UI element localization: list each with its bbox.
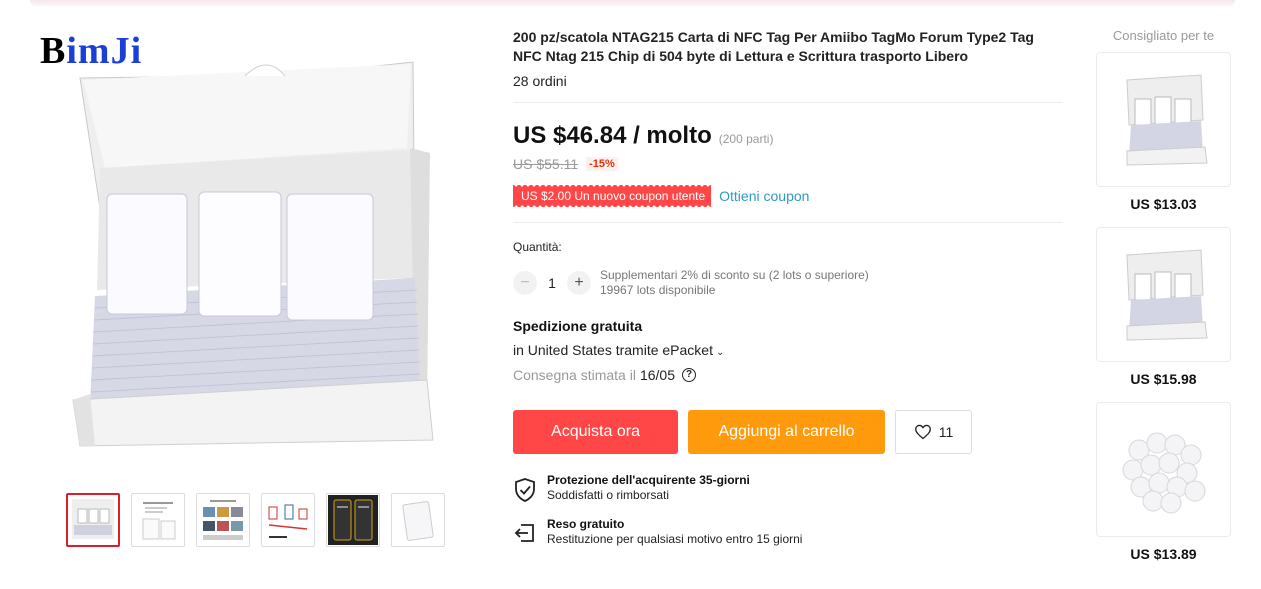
quantity-value[interactable]: 1 bbox=[537, 275, 567, 291]
nfc-card-box-image bbox=[72, 61, 434, 447]
recommended-product[interactable]: US $15.98 bbox=[1096, 227, 1231, 387]
wishlist-button[interactable]: 11 bbox=[895, 410, 972, 454]
thumb-usage-diagram[interactable] bbox=[261, 493, 315, 547]
brand-letter: B bbox=[40, 30, 67, 72]
thumb-application-photos[interactable] bbox=[196, 493, 250, 547]
shipping-method-text: in United States tramite ePacket bbox=[513, 342, 713, 358]
thumbnail-strip bbox=[66, 493, 445, 547]
bulk-discount-note: Supplementari 2% di sconto su (2 lots o … bbox=[600, 268, 869, 282]
quantity-stepper: − 1 + Supplementari 2% di sconto su (2 l… bbox=[513, 268, 869, 298]
free-returns-title: Reso gratuito bbox=[547, 517, 625, 531]
heart-icon bbox=[914, 424, 932, 440]
buyer-protection: Protezione dell'acquirente 35-giorni Sod… bbox=[513, 473, 750, 508]
chevron-down-icon: ⌄ bbox=[716, 347, 725, 358]
coupon-row: US $2.00 Un nuovo coupon utente Ottieni … bbox=[513, 185, 809, 207]
recommendations-panel: Consigliato per te US $13.03 US $15.98 U… bbox=[1096, 28, 1231, 562]
product-gallery: BimJi bbox=[35, 28, 465, 558]
quantity-label: Quantità: bbox=[513, 240, 562, 254]
product-info: 200 pz/scatola NTAG215 Carta di NFC Tag … bbox=[513, 28, 1068, 546]
header-shadow bbox=[30, 0, 1235, 6]
thumb-card-specs[interactable] bbox=[131, 493, 185, 547]
thumb-phone-screens[interactable] bbox=[326, 493, 380, 547]
recommended-product-price: US $13.89 bbox=[1130, 546, 1197, 562]
recommended-product-image[interactable] bbox=[1096, 402, 1231, 537]
buy-now-button[interactable]: Acquista ora bbox=[513, 410, 678, 454]
discount-badge: -15% bbox=[586, 157, 618, 171]
recommended-product-image[interactable] bbox=[1096, 52, 1231, 187]
brand-letters-highlight: imJi bbox=[66, 30, 143, 72]
original-price-row: US $55.11 -15% bbox=[513, 156, 618, 172]
shield-check-icon bbox=[513, 478, 537, 508]
shipping-title: Spedizione gratuita bbox=[513, 318, 643, 334]
brand-logo: BimJi bbox=[40, 31, 142, 71]
wishlist-count: 11 bbox=[938, 424, 954, 440]
current-price: US $46.84 / molto bbox=[513, 122, 712, 149]
increase-quantity-button[interactable]: + bbox=[567, 271, 591, 295]
buyer-protection-title: Protezione dell'acquirente 35-giorni bbox=[547, 473, 750, 487]
recommended-product[interactable]: US $13.89 bbox=[1096, 402, 1231, 562]
free-returns-desc: Restituzione per qualsiasi motivo entro … bbox=[547, 532, 803, 546]
recommended-product-price: US $13.03 bbox=[1130, 196, 1197, 212]
product-title: 200 pz/scatola NTAG215 Carta di NFC Tag … bbox=[513, 29, 1034, 64]
recommended-product-price: US $15.98 bbox=[1130, 371, 1197, 387]
price-unit-note: (200 parti) bbox=[718, 132, 774, 146]
thumb-single-card[interactable] bbox=[391, 493, 445, 547]
get-coupon-link[interactable]: Ottieni coupon bbox=[719, 188, 809, 204]
buyer-protection-desc: Soddisfatti o rimborsati bbox=[547, 488, 670, 502]
order-count: 28 ordini bbox=[513, 73, 567, 89]
delivery-estimate: Consegna stimata il 16/05 ? bbox=[513, 367, 696, 383]
stock-available-note: 19967 lots disponibile bbox=[600, 283, 716, 297]
delivery-estimate-label: Consegna stimata il bbox=[513, 367, 636, 383]
free-returns: Reso gratuito Restituzione per qualsiasi… bbox=[513, 517, 802, 552]
purchase-actions: Acquista ora Aggiungi al carrello 11 bbox=[513, 410, 972, 454]
decrease-quantity-button[interactable]: − bbox=[513, 271, 537, 295]
price-row: US $46.84 / molto (200 parti) bbox=[513, 122, 773, 150]
divider bbox=[513, 222, 1063, 223]
thumb-box-cards[interactable] bbox=[66, 493, 120, 547]
coupon-tag: US $2.00 Un nuovo coupon utente bbox=[513, 185, 712, 207]
help-icon[interactable]: ? bbox=[682, 368, 696, 382]
shipping-method-selector[interactable]: in United States tramite ePacket ⌄ bbox=[513, 342, 724, 358]
recommended-product[interactable]: US $13.03 bbox=[1096, 52, 1231, 212]
main-product-image[interactable]: BimJi bbox=[35, 28, 465, 468]
recommended-product-image[interactable] bbox=[1096, 227, 1231, 362]
delivery-date: 16/05 bbox=[639, 367, 675, 383]
quantity-notes: Supplementari 2% di sconto su (2 lots o … bbox=[600, 268, 869, 298]
divider bbox=[513, 102, 1063, 103]
add-to-cart-button[interactable]: Aggiungi al carrello bbox=[688, 410, 885, 454]
return-icon bbox=[513, 522, 537, 552]
original-price: US $55.11 bbox=[513, 156, 579, 172]
recommendations-title: Consigliato per te bbox=[1112, 28, 1215, 43]
